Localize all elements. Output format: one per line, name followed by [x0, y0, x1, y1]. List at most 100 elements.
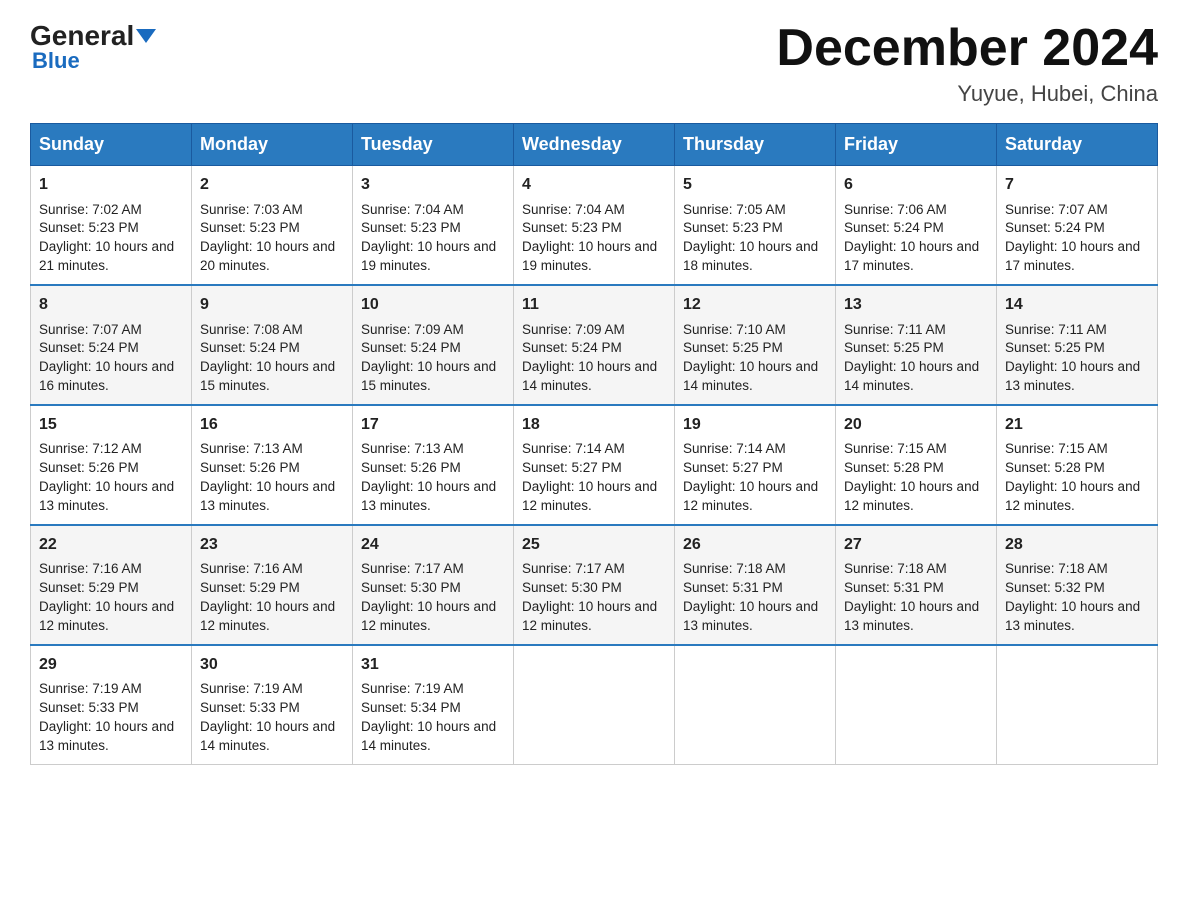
sunrise-text: Sunrise: 7:15 AM — [1005, 441, 1108, 456]
day-number: 21 — [1005, 414, 1149, 436]
col-wednesday: Wednesday — [514, 124, 675, 166]
sunrise-text: Sunrise: 7:02 AM — [39, 202, 142, 217]
daylight-text: Daylight: 10 hours and 19 minutes. — [361, 239, 496, 273]
sunrise-text: Sunrise: 7:05 AM — [683, 202, 786, 217]
calendar-week-row: 1 Sunrise: 7:02 AM Sunset: 5:23 PM Daylight… — [31, 166, 1158, 285]
calendar-day-cell: 24Sunrise: 7:17 AMSunset: 5:30 PMDayligh… — [353, 525, 514, 645]
sunset-text: Sunset: 5:28 PM — [1005, 460, 1105, 475]
daylight-text: Daylight: 10 hours and 13 minutes. — [39, 479, 174, 513]
day-number: 6 — [844, 174, 988, 196]
daylight-text: Daylight: 10 hours and 13 minutes. — [844, 599, 979, 633]
sunrise-text: Sunrise: 7:14 AM — [522, 441, 625, 456]
calendar-day-cell: 9Sunrise: 7:08 AMSunset: 5:24 PMDaylight… — [192, 285, 353, 405]
sunset-text: Sunset: 5:25 PM — [844, 340, 944, 355]
daylight-text: Daylight: 10 hours and 16 minutes. — [39, 359, 174, 393]
sunrise-text: Sunrise: 7:17 AM — [522, 561, 625, 576]
calendar-day-cell: 7Sunrise: 7:07 AMSunset: 5:24 PMDaylight… — [997, 166, 1158, 285]
sunrise-text: Sunrise: 7:17 AM — [361, 561, 464, 576]
calendar-week-row: 8Sunrise: 7:07 AMSunset: 5:24 PMDaylight… — [31, 285, 1158, 405]
col-thursday: Thursday — [675, 124, 836, 166]
calendar-day-cell — [836, 645, 997, 764]
daylight-text: Daylight: 10 hours and 13 minutes. — [39, 719, 174, 753]
daylight-text: Daylight: 10 hours and 14 minutes. — [844, 359, 979, 393]
sunrise-text: Sunrise: 7:19 AM — [200, 681, 303, 696]
sunset-text: Sunset: 5:33 PM — [39, 700, 139, 715]
daylight-text: Daylight: 10 hours and 14 minutes. — [200, 719, 335, 753]
sunrise-text: Sunrise: 7:07 AM — [39, 322, 142, 337]
calendar-week-row: 29 Sunrise: 7:19 AM Sunset: 5:33 PM Dayligh… — [31, 645, 1158, 764]
col-monday: Monday — [192, 124, 353, 166]
sunset-text: Sunset: 5:27 PM — [683, 460, 783, 475]
sunset-text: Sunset: 5:24 PM — [844, 220, 944, 235]
daylight-text: Daylight: 10 hours and 12 minutes. — [361, 599, 496, 633]
sunset-text: Sunset: 5:30 PM — [522, 580, 622, 595]
sunset-text: Sunset: 5:26 PM — [39, 460, 139, 475]
calendar-day-cell: 12Sunrise: 7:10 AMSunset: 5:25 PMDayligh… — [675, 285, 836, 405]
calendar-day-cell: 8Sunrise: 7:07 AMSunset: 5:24 PMDaylight… — [31, 285, 192, 405]
day-number: 31 — [361, 654, 505, 676]
daylight-text: Daylight: 10 hours and 12 minutes. — [844, 479, 979, 513]
calendar-day-cell: 20Sunrise: 7:15 AMSunset: 5:28 PMDayligh… — [836, 405, 997, 525]
daylight-text: Daylight: 10 hours and 21 minutes. — [39, 239, 174, 273]
calendar-week-row: 15 Sunrise: 7:12 AM Sunset: 5:26 PM Dayligh… — [31, 405, 1158, 525]
sunset-text: Sunset: 5:29 PM — [39, 580, 139, 595]
sunrise-text: Sunrise: 7:04 AM — [522, 202, 625, 217]
sunrise-text: Sunrise: 7:10 AM — [683, 322, 786, 337]
sunset-text: Sunset: 5:26 PM — [361, 460, 461, 475]
daylight-text: Daylight: 10 hours and 14 minutes. — [683, 359, 818, 393]
daylight-text: Daylight: 10 hours and 12 minutes. — [1005, 479, 1140, 513]
daylight-text: Daylight: 10 hours and 12 minutes. — [522, 479, 657, 513]
sunset-text: Sunset: 5:24 PM — [1005, 220, 1105, 235]
daylight-text: Daylight: 10 hours and 12 minutes. — [683, 479, 818, 513]
calendar-day-cell: 26Sunrise: 7:18 AMSunset: 5:31 PMDayligh… — [675, 525, 836, 645]
daylight-text: Daylight: 10 hours and 12 minutes. — [522, 599, 657, 633]
calendar-day-cell: 14Sunrise: 7:11 AMSunset: 5:25 PMDayligh… — [997, 285, 1158, 405]
calendar-table: Sunday Monday Tuesday Wednesday Thursday… — [30, 123, 1158, 765]
daylight-text: Daylight: 10 hours and 12 minutes. — [39, 599, 174, 633]
logo-arrow-icon — [136, 29, 156, 43]
day-number: 1 — [39, 174, 183, 196]
day-number: 27 — [844, 534, 988, 556]
sunset-text: Sunset: 5:28 PM — [844, 460, 944, 475]
day-number: 24 — [361, 534, 505, 556]
day-number: 5 — [683, 174, 827, 196]
calendar-day-cell: 4Sunrise: 7:04 AMSunset: 5:23 PMDaylight… — [514, 166, 675, 285]
col-sunday: Sunday — [31, 124, 192, 166]
day-number: 22 — [39, 534, 183, 556]
daylight-text: Daylight: 10 hours and 15 minutes. — [361, 359, 496, 393]
sunrise-text: Sunrise: 7:15 AM — [844, 441, 947, 456]
calendar-day-cell — [514, 645, 675, 764]
day-number: 12 — [683, 294, 827, 316]
calendar-day-cell: 16Sunrise: 7:13 AMSunset: 5:26 PMDayligh… — [192, 405, 353, 525]
calendar-header-row: Sunday Monday Tuesday Wednesday Thursday… — [31, 124, 1158, 166]
day-number: 3 — [361, 174, 505, 196]
title-area: December 2024 Yuyue, Hubei, China — [776, 20, 1158, 107]
sunrise-text: Sunrise: 7:13 AM — [361, 441, 464, 456]
sunrise-text: Sunrise: 7:19 AM — [39, 681, 142, 696]
location-text: Yuyue, Hubei, China — [776, 81, 1158, 107]
sunset-text: Sunset: 5:31 PM — [844, 580, 944, 595]
calendar-day-cell: 30Sunrise: 7:19 AMSunset: 5:33 PMDayligh… — [192, 645, 353, 764]
sunset-text: Sunset: 5:23 PM — [522, 220, 622, 235]
calendar-day-cell: 25Sunrise: 7:17 AMSunset: 5:30 PMDayligh… — [514, 525, 675, 645]
sunset-text: Sunset: 5:34 PM — [361, 700, 461, 715]
calendar-day-cell: 28Sunrise: 7:18 AMSunset: 5:32 PMDayligh… — [997, 525, 1158, 645]
day-number: 29 — [39, 654, 183, 676]
sunset-text: Sunset: 5:24 PM — [200, 340, 300, 355]
sunset-text: Sunset: 5:23 PM — [683, 220, 783, 235]
daylight-text: Daylight: 10 hours and 19 minutes. — [522, 239, 657, 273]
calendar-day-cell: 22Sunrise: 7:16 AMSunset: 5:29 PMDayligh… — [31, 525, 192, 645]
sunset-text: Sunset: 5:27 PM — [522, 460, 622, 475]
sunrise-text: Sunrise: 7:18 AM — [1005, 561, 1108, 576]
calendar-day-cell: 2Sunrise: 7:03 AMSunset: 5:23 PMDaylight… — [192, 166, 353, 285]
sunrise-text: Sunrise: 7:03 AM — [200, 202, 303, 217]
calendar-day-cell: 27Sunrise: 7:18 AMSunset: 5:31 PMDayligh… — [836, 525, 997, 645]
page-header: General Blue December 2024 Yuyue, Hubei,… — [30, 20, 1158, 107]
sunrise-text: Sunrise: 7:07 AM — [1005, 202, 1108, 217]
sunrise-text: Sunrise: 7:16 AM — [200, 561, 303, 576]
sunrise-text: Sunrise: 7:08 AM — [200, 322, 303, 337]
sunrise-text: Sunrise: 7:12 AM — [39, 441, 142, 456]
col-saturday: Saturday — [997, 124, 1158, 166]
day-number: 15 — [39, 414, 183, 436]
calendar-day-cell: 23Sunrise: 7:16 AMSunset: 5:29 PMDayligh… — [192, 525, 353, 645]
